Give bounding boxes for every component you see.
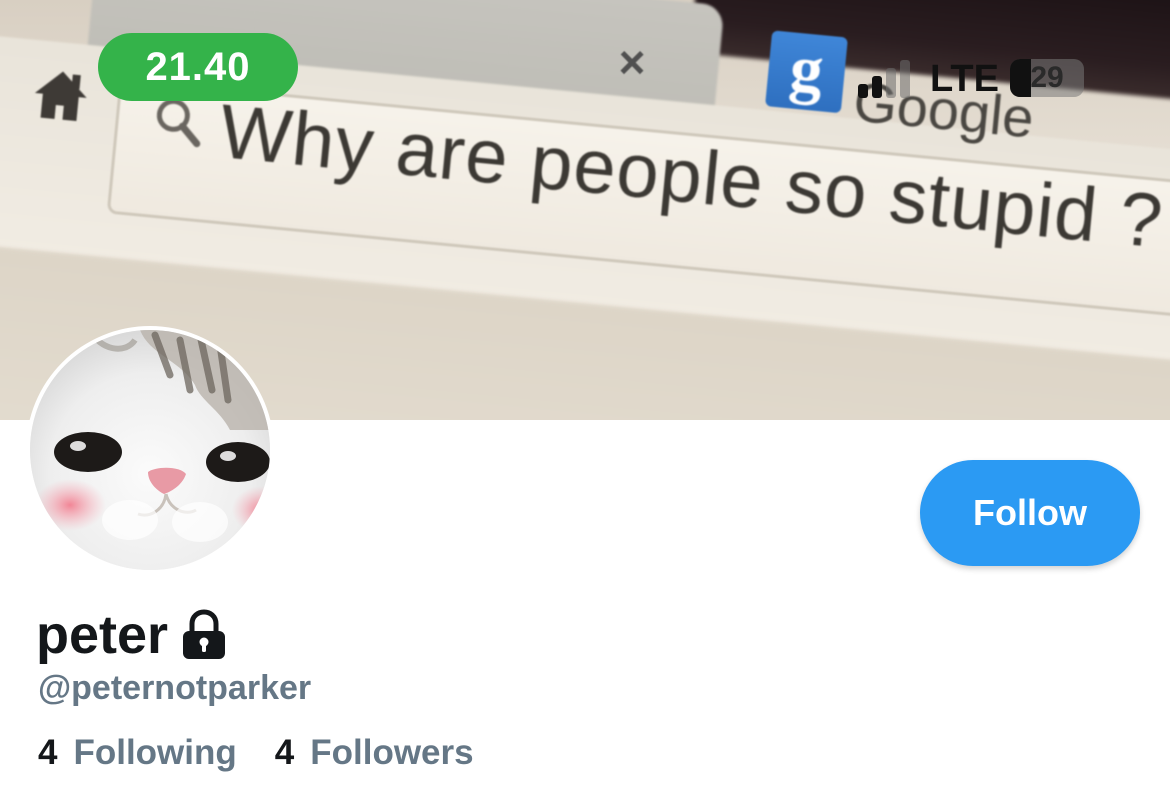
google-icon: g	[765, 30, 848, 114]
signal-bar	[900, 60, 910, 98]
battery-icon: 29	[1010, 59, 1084, 97]
following-label: Following	[73, 733, 237, 772]
battery-level-text: 29	[1030, 61, 1064, 94]
lock-icon	[183, 609, 226, 659]
signal-bar	[886, 68, 896, 98]
profile-screen: × Why are people so stupid ? g Google 21…	[0, 0, 1170, 802]
signal-strength-icon	[858, 58, 918, 98]
following-stat[interactable]: 4 Following	[38, 733, 237, 773]
status-time-pill[interactable]: 21.40	[98, 33, 298, 101]
followers-label: Followers	[310, 733, 474, 772]
display-name-row: peter	[36, 600, 228, 670]
signal-bar	[858, 84, 868, 98]
avatar[interactable]	[30, 330, 270, 570]
followers-count: 4	[274, 733, 295, 772]
avatar-image	[30, 330, 270, 570]
following-count: 4	[38, 733, 58, 772]
signal-bar	[872, 76, 882, 98]
display-name: peter	[36, 605, 169, 665]
tab-close-icon: ×	[618, 35, 646, 89]
network-type-label: LTE	[930, 58, 999, 100]
user-handle: @peternotparker	[38, 669, 312, 707]
home-icon	[34, 71, 87, 122]
search-icon	[156, 98, 201, 148]
follow-button[interactable]: Follow	[920, 460, 1140, 566]
follow-stats: 4 Following 4 Followers	[38, 733, 512, 773]
followers-stat[interactable]: 4 Followers	[275, 733, 474, 773]
